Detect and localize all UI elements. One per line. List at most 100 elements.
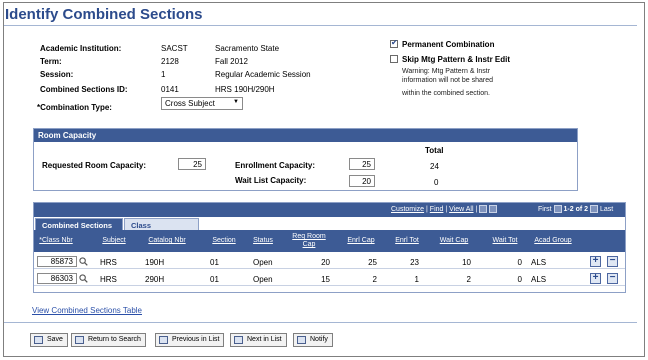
view-combined-sections-table-link[interactable]: View Combined Sections Table xyxy=(32,306,142,315)
warning-line-3: within the combined section. xyxy=(402,90,490,97)
subject-cell: HRS xyxy=(100,275,117,284)
tab-combined-sections[interactable]: Combined Sections xyxy=(35,218,123,230)
grid-view-icon[interactable] xyxy=(489,205,498,213)
magnifier-icon[interactable] xyxy=(79,274,88,283)
requested-capacity-input[interactable]: 25 xyxy=(178,158,206,170)
next-icon xyxy=(234,336,243,344)
return-label: Return to Search xyxy=(88,336,141,343)
institution-code: SACST xyxy=(161,44,188,53)
next-arrow-icon[interactable] xyxy=(589,205,598,213)
enrollment-capacity-input[interactable]: 25 xyxy=(349,158,375,170)
notify-button[interactable]: Notify xyxy=(293,333,333,347)
next-label: Next in List xyxy=(247,336,282,343)
enrollment-capacity-label: Enrollment Capacity: xyxy=(235,161,316,170)
column-enrl-tot[interactable]: Enrl Tot xyxy=(389,237,425,245)
section-cell: 01 xyxy=(210,258,219,267)
toolbar-divider xyxy=(4,322,637,323)
catalog-cell: 190H xyxy=(145,258,165,267)
next-in-list-button[interactable]: Next in List xyxy=(230,333,287,347)
minus-icon[interactable]: − xyxy=(607,256,618,267)
enrl-tot-cell: 23 xyxy=(410,258,419,267)
acad-group-cell: ALS xyxy=(531,258,547,267)
tab-class-description[interactable]: Class Description xyxy=(124,218,199,239)
customize-link[interactable]: Customize xyxy=(391,206,424,213)
column-req-room-cap[interactable]: Req Room Cap xyxy=(286,233,332,249)
class-nbr-input[interactable]: 86303 xyxy=(37,273,77,284)
combined-id-desc: HRS 190H/290H xyxy=(215,85,275,94)
find-link[interactable]: Find xyxy=(430,206,444,213)
column-status[interactable]: Status xyxy=(248,237,278,245)
notify-icon xyxy=(297,336,306,344)
chevron-down-icon: ▼ xyxy=(233,99,239,105)
column-wait-tot[interactable]: Wait Tot xyxy=(486,237,524,245)
session-desc: Regular Academic Session xyxy=(215,70,311,79)
session-label: Session: xyxy=(40,70,74,79)
session-code: 1 xyxy=(161,70,166,79)
enrl-cap-cell: 25 xyxy=(368,258,377,267)
total-label: Total xyxy=(425,146,444,155)
column-enrl-cap[interactable]: Enrl Cap xyxy=(343,237,379,245)
previous-icon xyxy=(159,336,168,344)
column-subject[interactable]: Subject xyxy=(97,237,131,245)
notify-label: Notify xyxy=(310,336,328,343)
requested-capacity-label: Requested Room Capacity: xyxy=(42,161,147,170)
waitlist-capacity-input[interactable]: 20 xyxy=(349,175,375,187)
view-all-link[interactable]: View All xyxy=(449,206,473,213)
enrl-cap-cell: 2 xyxy=(372,275,377,284)
combination-type-label: *Combination Type: xyxy=(37,103,112,112)
save-label: Save xyxy=(47,336,63,343)
combined-id-label: Combined Sections ID: xyxy=(40,85,128,94)
subject-cell: HRS xyxy=(100,258,117,267)
combination-type-value: Cross Subject xyxy=(165,99,215,108)
req-room-cap-cell: 15 xyxy=(321,275,330,284)
plus-icon[interactable]: + xyxy=(590,273,601,284)
permanent-combination-checkbox[interactable] xyxy=(390,38,398,48)
previous-label: Previous in List xyxy=(172,336,220,343)
page-range: 1-2 of 2 xyxy=(563,205,589,213)
page-title: Identify Combined Sections xyxy=(5,6,203,23)
minus-icon[interactable]: − xyxy=(607,273,618,284)
save-button[interactable]: Save xyxy=(30,333,68,347)
req-room-cap-cell: 20 xyxy=(321,258,330,267)
institution-label: Academic Institution: xyxy=(40,44,122,53)
combined-id-code: 0141 xyxy=(161,85,179,94)
column-acad-group[interactable]: Acad Group xyxy=(528,237,578,245)
previous-in-list-button[interactable]: Previous in List xyxy=(155,333,225,347)
plus-icon[interactable]: + xyxy=(590,256,601,267)
term-code: 2128 xyxy=(161,57,179,66)
term-desc: Fall 2012 xyxy=(215,57,248,66)
combination-type-select[interactable]: Cross Subject ▼ xyxy=(161,97,243,110)
room-capacity-header: Room Capacity xyxy=(34,129,577,142)
magnifier-icon[interactable] xyxy=(79,257,88,266)
skip-mtg-pattern-label: Skip Mtg Pattern & Instr Edit xyxy=(402,55,511,64)
wait-tot-cell: 0 xyxy=(517,275,522,284)
wait-cap-cell: 2 xyxy=(466,275,471,284)
last-label[interactable]: Last xyxy=(600,206,613,213)
grid-pagination: First 1-2 of 2 Last xyxy=(538,205,613,213)
download-icon[interactable] xyxy=(479,205,488,213)
column-wait-cap[interactable]: Wait Cap xyxy=(436,237,472,245)
first-label[interactable]: First xyxy=(538,206,552,213)
grid-nav-links: Customize | Find | View All | xyxy=(391,205,498,213)
class-nbr-input[interactable]: 85873 xyxy=(37,256,77,267)
search-icon xyxy=(75,336,84,344)
save-icon xyxy=(34,336,43,344)
catalog-cell: 290H xyxy=(145,275,165,284)
permanent-combination-label: Permanent Combination xyxy=(402,40,495,49)
return-to-search-button[interactable]: Return to Search xyxy=(71,333,146,347)
grid-nav-bar xyxy=(34,203,625,217)
status-cell: Open xyxy=(253,275,273,284)
waitlist-total: 0 xyxy=(434,178,439,187)
wait-cap-cell: 10 xyxy=(462,258,471,267)
column-class-nbr[interactable]: *Class Nbr xyxy=(36,237,76,245)
institution-desc: Sacramento State xyxy=(215,44,280,53)
wait-tot-cell: 0 xyxy=(517,258,522,267)
column-section[interactable]: Section xyxy=(208,237,240,245)
skip-mtg-pattern-checkbox[interactable] xyxy=(390,55,398,63)
column-catalog-nbr[interactable]: Catalog Nbr xyxy=(142,237,192,245)
enrollment-total: 24 xyxy=(430,162,439,171)
warning-line-1: Warning: Mtg Pattern & Instr xyxy=(402,68,491,75)
term-label: Term: xyxy=(40,57,62,66)
previous-arrow-icon[interactable] xyxy=(553,205,562,213)
enrl-tot-cell: 1 xyxy=(414,275,419,284)
